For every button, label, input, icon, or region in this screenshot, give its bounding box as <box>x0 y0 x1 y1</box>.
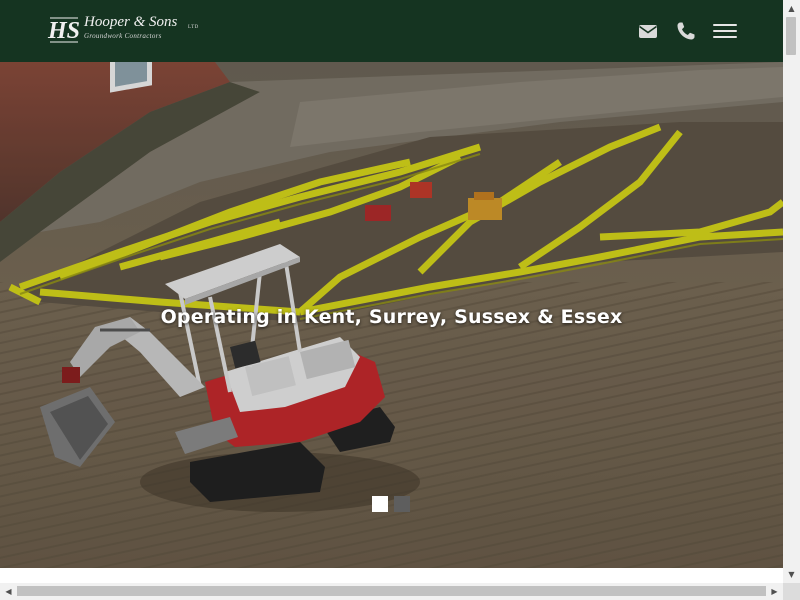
horizontal-scrollbar[interactable]: ◀ ▶ <box>0 583 783 600</box>
vertical-scrollbar[interactable]: ▲ ▼ <box>783 0 800 583</box>
menu-bar-middle <box>713 30 737 32</box>
scroll-down-arrow-icon[interactable]: ▼ <box>783 566 800 583</box>
hero-caption: Operating in Kent, Surrey, Sussex & Esse… <box>160 306 623 328</box>
logo-monogram-text: HS <box>47 18 80 44</box>
slide-dot-2[interactable] <box>394 496 410 512</box>
logo-ltd: LTD <box>188 25 199 30</box>
menu-bar-top <box>713 24 737 26</box>
horizontal-scroll-thumb[interactable] <box>17 586 766 596</box>
envelope-icon[interactable] <box>637 20 659 42</box>
phone-icon[interactable] <box>675 20 697 42</box>
browser-viewport: HS Hooper & Sons LTD Groundwork Contract… <box>0 0 783 583</box>
site-header: HS Hooper & Sons LTD Groundwork Contract… <box>0 0 783 62</box>
scroll-right-arrow-icon[interactable]: ▶ <box>766 583 783 600</box>
slide-dot-1[interactable] <box>372 496 388 512</box>
logo-tagline: Groundwork Contractors <box>84 32 162 40</box>
scrollbar-corner <box>783 583 800 600</box>
hamburger-menu-icon[interactable] <box>711 20 739 42</box>
page-content-below <box>0 568 783 583</box>
logo-name: Hooper & Sons <box>84 14 178 30</box>
hero-slider: Operating in Kent, Surrey, Sussex & Esse… <box>0 62 783 568</box>
logo-monogram: HS <box>47 17 80 44</box>
scroll-left-arrow-icon[interactable]: ◀ <box>0 583 17 600</box>
scroll-up-arrow-icon[interactable]: ▲ <box>783 0 800 17</box>
logo-link[interactable]: HS Hooper & Sons LTD Groundwork Contract… <box>46 12 206 48</box>
vertical-scroll-thumb[interactable] <box>786 17 796 55</box>
menu-bar-bottom <box>713 36 737 38</box>
